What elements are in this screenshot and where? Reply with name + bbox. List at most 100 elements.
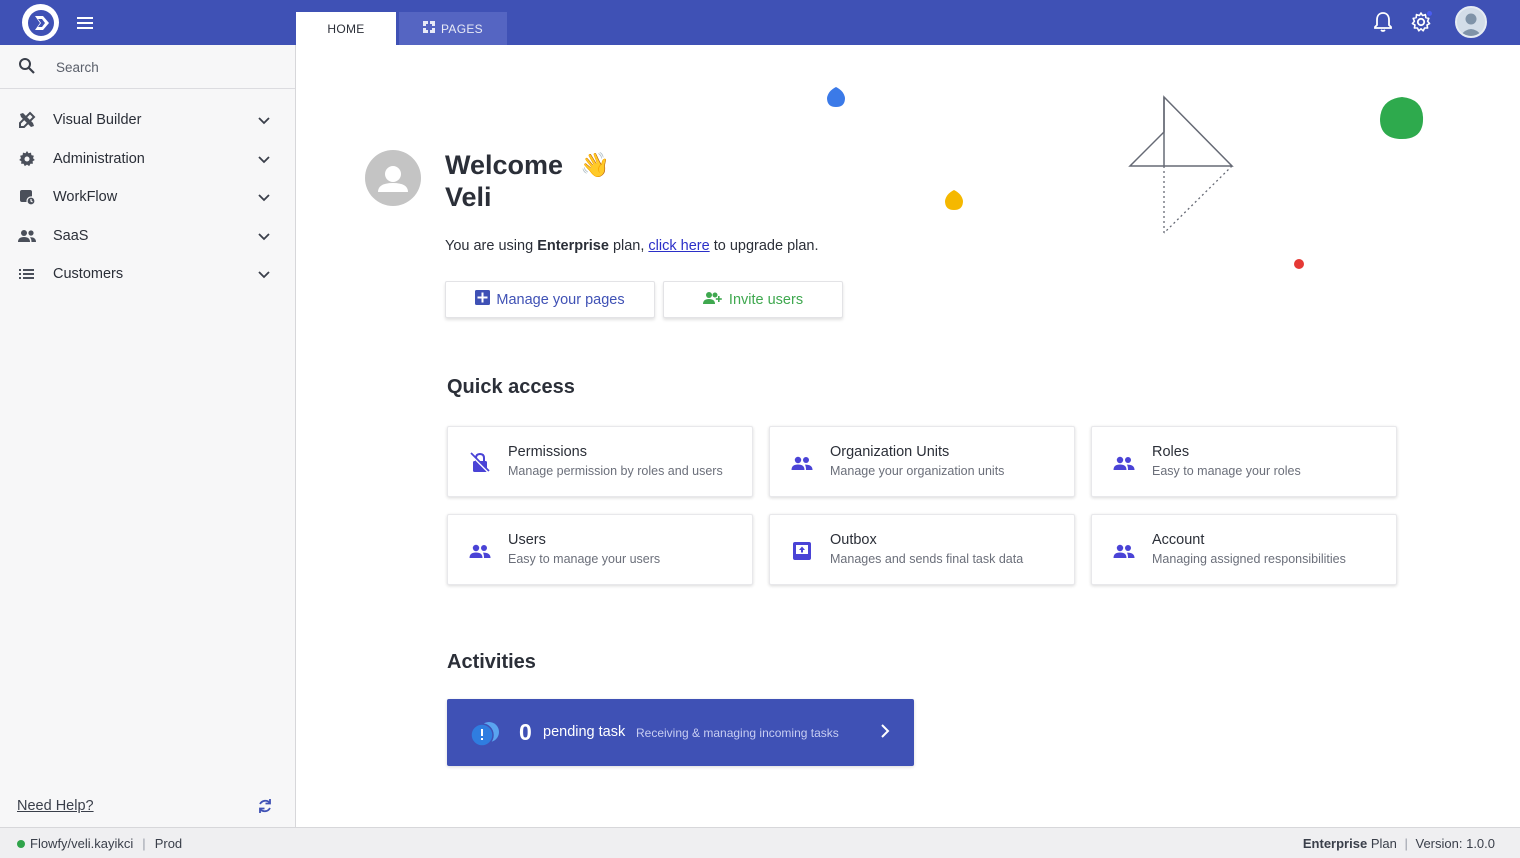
user-avatar-icon[interactable] [1455,6,1487,38]
gear-icon [17,150,37,168]
profile-avatar [365,150,421,206]
flowfy-logo-icon[interactable] [22,4,59,41]
separator: | [1404,836,1408,851]
decoration-yellow-blob [945,190,963,210]
activities-title: Activities [447,651,536,673]
user-name: Veli [445,182,492,212]
people-icon [1112,539,1136,563]
quick-access-card-roles[interactable]: Roles Easy to manage your roles [1091,426,1397,497]
pending-tasks-card[interactable]: 0 pending task Receiving & managing inco… [447,699,914,766]
wave-emoji: 👋 [580,152,610,179]
chevron-right-icon [879,723,891,744]
upgrade-link[interactable]: click here [648,238,709,254]
people-icon [1112,451,1136,475]
pages-icon [423,21,436,36]
chevron-down-icon [257,190,271,208]
workspace-path: Flowfy/veli.kayikci [30,836,134,851]
card-subtitle: Manage your organization units [830,464,1005,478]
sidebar-item-label: Visual Builder [53,112,142,128]
status-plan-word: Plan [1370,836,1397,851]
card-title: Users [508,532,546,548]
need-help-link[interactable]: Need Help? [17,798,94,814]
pages-icon [475,290,491,309]
settings-badge [1426,10,1433,17]
status-bar: Flowfy/veli.kayikci | Prod Enterprise Pl… [0,827,1520,858]
outbox-icon [790,539,814,563]
welcome-heading: Welcome Veli [445,149,563,213]
online-status-dot [17,839,25,848]
add-user-icon [702,291,723,309]
pending-subtitle: Receiving & managing incoming tasks [636,726,839,740]
people-icon [17,227,37,245]
sidebar-item-administration[interactable]: Administration [0,141,295,177]
sidebar-item-customers[interactable]: Customers [0,256,295,292]
chevron-down-icon [257,229,271,247]
gear-icon[interactable] [1409,10,1433,34]
people-icon [468,539,492,563]
card-title: Permissions [508,444,587,460]
quick-access-card-account[interactable]: Account Managing assigned responsibiliti… [1091,514,1397,585]
sidebar-item-visual-builder[interactable]: Visual Builder [0,102,295,138]
plan-prefix: You are using [445,238,538,254]
manage-pages-label: Manage your pages [496,291,625,308]
card-subtitle: Easy to manage your users [508,552,661,566]
plan-suffix: to upgrade plan. [709,238,819,254]
plan-version-status: Enterprise Plan | Version: 1.0.0 [1303,836,1495,851]
quick-access-card-outbox[interactable]: Outbox Manages and sends final task data [769,514,1075,585]
welcome-text: Welcome [445,150,564,180]
sidebar-item-label: Administration [53,151,145,167]
workflow-icon [17,188,37,206]
decoration-blue-blob [827,87,845,107]
sidebar-item-saas[interactable]: SaaS [0,218,295,254]
invite-users-button[interactable]: Invite users [663,281,843,318]
plan-mid: plan, [608,238,649,254]
sidebar-item-label: SaaS [53,228,89,244]
decoration-paper-plane [1128,95,1234,234]
status-plan-name: Enterprise [1302,836,1368,851]
tab-pages[interactable]: PAGES [399,12,507,45]
version-text: Version: 1.0.0 [1415,836,1496,851]
quick-access-card-users[interactable]: Users Easy to manage your users [447,514,753,585]
alert-bubble-icon [470,722,499,747]
chevron-down-icon [257,152,271,170]
top-bar: HOME PAGES [0,0,1520,45]
card-title: Roles [1152,444,1190,460]
quick-access-card-permissions[interactable]: Permissions Manage permission by roles a… [447,426,753,497]
sidebar-item-workflow[interactable]: WorkFlow [0,179,295,215]
plan-name: Enterprise [537,238,609,254]
environment: Prod [154,836,183,851]
list-icon [17,265,37,283]
refresh-icon[interactable] [256,797,276,817]
sidebar: Visual Builder Administration WorkFlow S… [0,45,296,827]
search-icon [18,57,36,80]
main-content: Welcome Veli 👋 You are using Enterprise … [296,45,1520,827]
hamburger-icon[interactable] [74,12,96,34]
card-title: Account [1152,532,1205,548]
chevron-down-icon [257,267,271,285]
plan-info: You are using Enterprise plan, click her… [445,238,819,254]
manage-pages-button[interactable]: Manage your pages [445,281,655,318]
decoration-green-blob [1380,97,1424,139]
tab-pages-label: PAGES [441,21,483,36]
separator: | [142,836,146,851]
sidebar-item-label: WorkFlow [53,189,118,205]
tab-home[interactable]: HOME [296,12,396,45]
card-title: Organization Units [830,444,950,460]
card-subtitle: Manage permission by roles and users [508,464,723,478]
card-title: Outbox [830,532,877,548]
pending-count: 0 [519,719,532,745]
pending-label: pending task [543,724,626,740]
bell-icon[interactable] [1371,10,1395,34]
invite-users-label: Invite users [728,291,804,308]
decoration-red-dot [1294,259,1304,269]
card-subtitle: Managing assigned responsibilities [1152,552,1346,566]
search-input[interactable] [56,55,276,79]
sidebar-item-label: Customers [53,266,124,282]
quick-access-card-organization-units[interactable]: Organization Units Manage your organizat… [769,426,1075,497]
chevron-down-icon [257,113,271,131]
workspace-status: Flowfy/veli.kayikci | Prod [17,836,182,851]
card-subtitle: Easy to manage your roles [1152,464,1301,478]
people-icon [790,451,814,475]
lock-icon [468,451,492,475]
tools-icon [17,111,37,129]
